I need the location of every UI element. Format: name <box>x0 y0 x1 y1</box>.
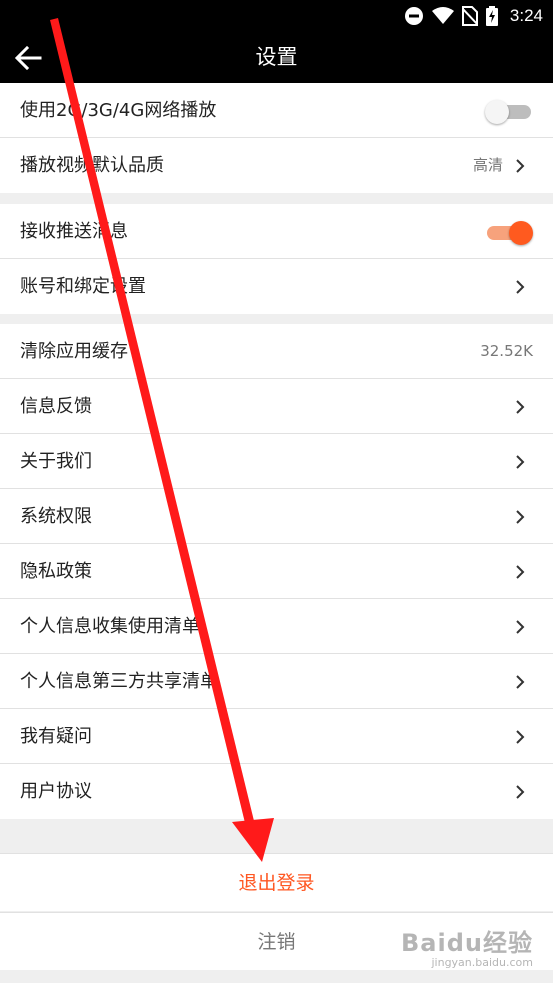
setting-about[interactable]: 关于我们 <box>0 434 553 489</box>
setting-third-party[interactable]: 个人信息第三方共享清单 <box>0 654 553 709</box>
watermark-main: Baidu经验 <box>401 929 533 957</box>
wifi-icon <box>431 7 454 24</box>
baidu-watermark: Baidu经验 jingyan.baidu.com <box>401 923 533 969</box>
status-bar: 3:24 <box>0 0 553 32</box>
setting-label: 隐私政策 <box>20 561 92 582</box>
battery-charging-icon <box>485 6 498 26</box>
quality-value: 高清 <box>472 156 503 174</box>
settings-group-playback: 使用2G/3G/4G网络播放 播放视频默认品质 高清 <box>0 83 553 193</box>
setting-label: 账号和绑定设置 <box>20 276 146 297</box>
chevron-right-icon <box>516 400 525 414</box>
no-sim-icon <box>461 6 478 26</box>
setting-faq[interactable]: 我有疑问 <box>0 709 553 764</box>
chevron-right-icon <box>516 159 525 173</box>
chevron-right-icon <box>516 785 525 799</box>
setting-label: 系统权限 <box>20 506 92 527</box>
network-playback-toggle[interactable] <box>485 98 533 124</box>
setting-label: 接收推送消息 <box>20 221 128 242</box>
cache-size-value: 32.52K <box>480 342 533 360</box>
setting-default-quality[interactable]: 播放视频默认品质 高清 <box>0 138 553 193</box>
settings-group-notifications: 接收推送消息 账号和绑定设置 <box>0 204 553 314</box>
logout-button[interactable]: 退出登录 <box>0 853 553 911</box>
setting-label: 使用2G/3G/4G网络播放 <box>20 100 217 121</box>
setting-privacy[interactable]: 隐私政策 <box>0 544 553 599</box>
setting-info-list[interactable]: 个人信息收集使用清单 <box>0 599 553 654</box>
setting-cache[interactable]: 清除应用缓存 32.52K <box>0 324 553 379</box>
app-toolbar: 设置 <box>0 32 553 83</box>
settings-group-general: 清除应用缓存 32.52K 信息反馈 关于我们 系统权限 隐私政策 个人信息收集… <box>0 324 553 819</box>
setting-label: 我有疑问 <box>20 726 92 747</box>
status-time: 3:24 <box>509 6 543 25</box>
setting-label: 用户协议 <box>20 781 92 802</box>
do-not-disturb-icon <box>404 7 423 25</box>
setting-push[interactable]: 接收推送消息 <box>0 204 553 259</box>
setting-label: 播放视频默认品质 <box>20 155 164 176</box>
chevron-right-icon <box>516 620 525 634</box>
setting-network-playback[interactable]: 使用2G/3G/4G网络播放 <box>0 83 553 138</box>
chevron-right-icon <box>516 510 525 524</box>
chevron-right-icon <box>516 675 525 689</box>
page-title: 设置 <box>255 45 298 69</box>
status-icons: 3:24 <box>404 0 543 32</box>
setting-feedback[interactable]: 信息反馈 <box>0 379 553 434</box>
setting-label: 清除应用缓存 <box>20 341 128 362</box>
chevron-right-icon <box>516 565 525 579</box>
setting-label: 信息反馈 <box>20 396 92 417</box>
setting-account[interactable]: 账号和绑定设置 <box>0 259 553 314</box>
chevron-right-icon <box>516 455 525 469</box>
chevron-right-icon <box>516 730 525 744</box>
setting-label: 个人信息收集使用清单 <box>20 616 200 637</box>
setting-permissions[interactable]: 系统权限 <box>0 489 553 544</box>
setting-label: 个人信息第三方共享清单 <box>20 671 218 692</box>
setting-agreement[interactable]: 用户协议 <box>0 764 553 819</box>
push-toggle[interactable] <box>487 219 533 245</box>
chevron-right-icon <box>516 280 525 294</box>
setting-label: 关于我们 <box>20 451 92 472</box>
